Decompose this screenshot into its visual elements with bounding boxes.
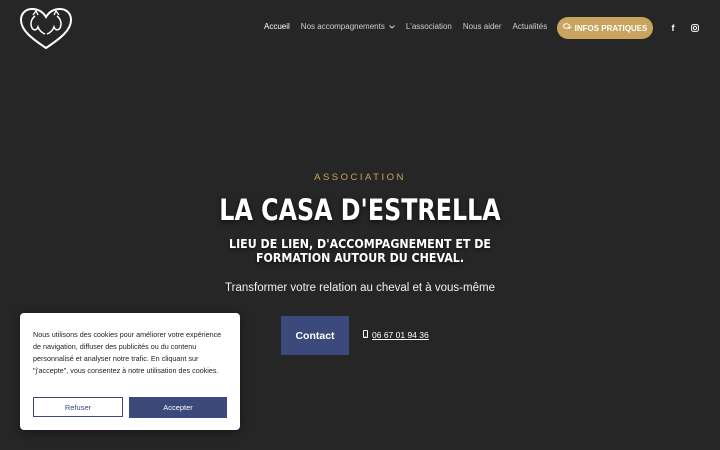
nav-item-nos-accompagnements[interactable]: Nos accompagnements bbox=[301, 22, 395, 31]
hero-eyebrow: ASSOCIATION bbox=[314, 172, 406, 183]
site-header: Accueil Nos accompagnements L'associatio… bbox=[0, 0, 720, 56]
refuse-cookies-button[interactable]: Refuser bbox=[33, 397, 123, 417]
nav-item-accueil[interactable]: Accueil bbox=[264, 22, 290, 31]
cookie-text: Nous utilisons des cookies pour améliore… bbox=[33, 330, 222, 375]
phone-link[interactable]: 06 67 01 94 36 bbox=[363, 330, 429, 340]
mobile-phone-icon bbox=[363, 330, 368, 340]
nav-item-label: Nos accompagnements bbox=[300, 22, 385, 31]
cookie-banner: Nous utilisons des cookies pour améliore… bbox=[20, 313, 240, 430]
chat-bubbles-icon bbox=[562, 23, 572, 33]
horses-heart-logo-icon[interactable] bbox=[17, 6, 75, 52]
facebook-icon[interactable]: f bbox=[668, 23, 678, 33]
phone-number: 06 67 01 94 36 bbox=[372, 330, 429, 340]
hero-tagline: Transformer votre relation au cheval et … bbox=[225, 282, 495, 294]
nav-item-actualites[interactable]: Actualités bbox=[513, 22, 548, 31]
instagram-icon[interactable] bbox=[690, 23, 700, 33]
main-nav: Accueil Nos accompagnements L'associatio… bbox=[264, 22, 558, 31]
contact-button[interactable]: Contact bbox=[281, 316, 349, 355]
nav-item-nous-aider[interactable]: Nous aider bbox=[463, 22, 502, 31]
infos-pratiques-label: INFOS PRATIQUES bbox=[574, 23, 648, 33]
nav-item-association[interactable]: L'association bbox=[406, 22, 452, 31]
hero-title: LA CASA D'ESTRELLA bbox=[219, 193, 501, 227]
infos-pratiques-button[interactable]: INFOS PRATIQUES bbox=[557, 17, 653, 39]
chevron-down-icon bbox=[388, 22, 395, 31]
hero-subtitle: LIEU DE LIEN, D'ACCOMPAGNEMENT ET DE FOR… bbox=[229, 237, 491, 265]
accept-cookies-button[interactable]: Accepter bbox=[129, 397, 227, 418]
